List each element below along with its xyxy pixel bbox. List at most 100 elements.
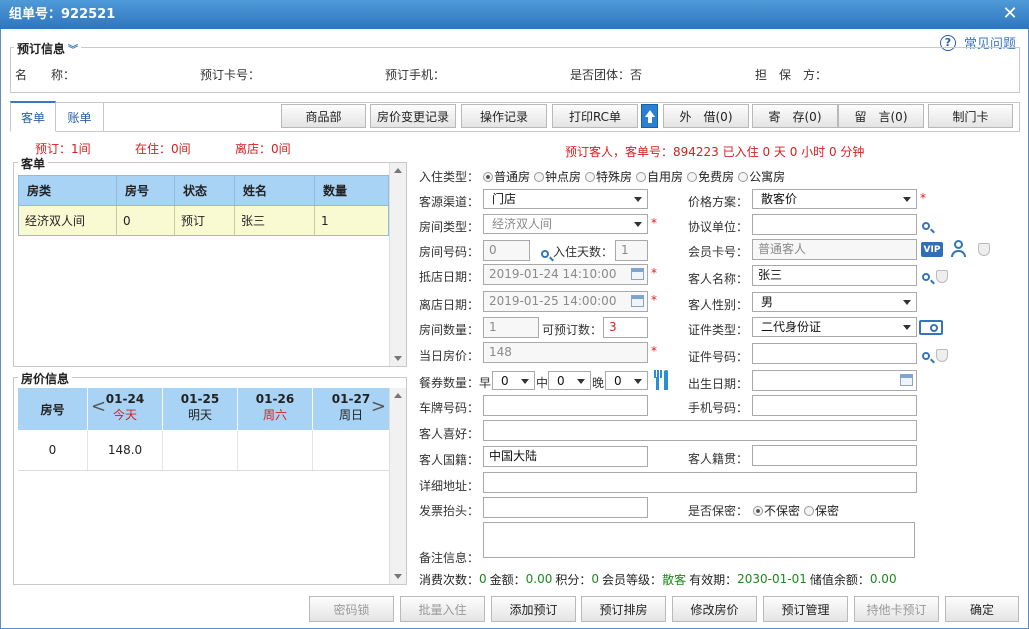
rate-scroll-up-icon[interactable] [394,393,402,398]
calendar-icon[interactable] [631,268,644,280]
col-status[interactable]: 状态 [175,176,235,205]
col-room-type[interactable]: 房类 [19,176,117,205]
guest-shield-icon[interactable] [936,270,948,283]
message-button[interactable]: 留 言(0) [838,104,924,128]
booking-info-legend[interactable]: 预订信息 ︾ [14,40,82,57]
birth-input[interactable] [752,370,917,391]
col-count[interactable]: 数量 [315,176,388,205]
room-no-input[interactable]: 0 [483,240,530,261]
id-shield-icon[interactable] [936,349,948,362]
modify-rate-button[interactable]: 修改房价 [672,596,757,622]
stay-type-label: 入住类型： [419,170,480,184]
source-select[interactable]: 门店 [483,189,648,209]
search-icon[interactable] [922,219,930,233]
rate-scroll-down-icon[interactable] [394,574,402,579]
agreement-unit-input[interactable] [752,214,917,235]
departure-input[interactable]: 2019-01-25 14:00:00 [483,291,648,312]
bookable-input[interactable]: 3 [603,317,648,338]
meal-icon [653,370,669,390]
nationality-input[interactable]: 中国大陆 [483,446,648,467]
upload-arrow-icon[interactable] [641,104,658,128]
batch-checkin-button[interactable]: 批量入住 [400,596,485,622]
arrival-value: 2019-01-24 14:10:00 [489,267,617,281]
booking-manage-button[interactable]: 预订管理 [763,596,848,622]
booking-card-label: 预订卡号： [200,68,261,82]
stay-type-normal[interactable]: 普通房 [483,168,530,185]
operation-log-button[interactable]: 操作记录 [461,104,547,128]
days-input[interactable]: 1 [615,240,648,261]
collapse-chevron-icon[interactable]: ︾ [68,41,78,56]
invoice-input[interactable] [483,497,648,518]
id-no-input[interactable] [752,343,917,364]
print-rc-button[interactable]: 打印RC单 [552,104,638,128]
guest-name-input[interactable]: 张三 [752,265,917,286]
arrival-label: 抵店日期： [419,270,480,284]
stay-type-apartment[interactable]: 公寓房 [738,168,785,185]
plate-input[interactable] [483,395,648,416]
phone-input[interactable] [752,395,917,416]
tab-bill[interactable]: 账单 [56,102,104,132]
address-input[interactable] [483,472,917,493]
secret-no[interactable]: 不保密 [753,502,800,519]
calendar-icon[interactable] [900,374,913,386]
close-icon[interactable]: ✕ [999,3,1021,25]
id-no-label: 证件号码： [688,350,749,364]
summary-balance-value: 0.00 [869,572,897,586]
booking-name-label: 名 称： [15,68,76,82]
lend-button[interactable]: 外 借(0) [663,104,749,128]
id-scan-icon[interactable] [919,320,943,335]
guest-search-icon[interactable] [922,270,930,284]
deposit-button[interactable]: 寄 存(0) [752,104,838,128]
password-lock-button[interactable]: 密码锁 [309,596,394,622]
prev-day-chevron-icon[interactable]: < [91,396,106,417]
stay-type-hourly[interactable]: 钟点房 [534,168,581,185]
stay-type-self-use[interactable]: 自用房 [636,168,683,185]
make-card-button[interactable]: 制门卡 [928,104,1013,128]
preference-input[interactable] [483,420,917,441]
gender-select[interactable]: 男 [752,292,917,312]
scroll-up-icon[interactable] [394,168,402,173]
table-row: 0 148.0 [18,430,389,471]
remark-textarea[interactable] [483,522,915,558]
rate-table: 房号 < 01-24 今天 01-25 明天 01-26 周六 01-27 周日… [18,388,389,471]
departure-label: 离店日期： [419,298,480,312]
confirm-button[interactable]: 确定 [945,596,1019,622]
day-rate-input[interactable]: 148 [483,342,648,363]
vip-icon[interactable]: VIP [921,242,943,257]
add-user-icon[interactable] [951,240,968,258]
lunch-select[interactable]: 0 [548,371,591,390]
member-card-input[interactable]: 普通客人 [752,239,917,260]
room-count-input[interactable]: 1 [483,317,539,338]
breakfast-select[interactable]: 0 [492,371,535,390]
id-type-select[interactable]: 二代身份证 [752,317,917,337]
id-search-icon[interactable] [922,349,930,363]
scroll-down-icon[interactable] [394,356,402,361]
table-row[interactable]: 经济双人间 0 预订 张三 1 [19,206,388,235]
row-status: 预订 [175,206,235,235]
col-name[interactable]: 姓名 [235,176,315,205]
rate-change-log-button[interactable]: 房价变更记录 [370,104,456,128]
arrival-input[interactable]: 2019-01-24 14:10:00 [483,264,648,285]
calendar-icon[interactable] [631,295,644,307]
goods-button[interactable]: 商品部 [281,104,366,128]
window-title-bar: 组单号：922521 ✕ [0,0,1029,29]
stay-type-free[interactable]: 免费房 [687,168,734,185]
add-booking-button[interactable]: 添加预订 [491,596,576,622]
dinner-select[interactable]: 0 [605,371,648,390]
agreement-unit-label: 协议单位： [688,220,749,234]
summary-visits-label: 消费次数： [419,572,480,587]
rate-scrollbar[interactable] [389,388,406,584]
next-day-chevron-icon[interactable]: > [371,396,386,417]
secret-yes[interactable]: 保密 [804,502,839,519]
stay-type-special[interactable]: 特殊房 [585,168,632,185]
col-room-no[interactable]: 房号 [117,176,175,205]
native-place-input[interactable] [752,445,917,466]
assign-room-button[interactable]: 预订排房 [581,596,666,622]
room-type-select[interactable]: 经济双人间 [483,214,648,234]
price-plan-select[interactable]: 散客价 [752,189,917,209]
guest-list-scrollbar[interactable] [389,163,406,366]
other-card-booking-button[interactable]: 持他卡预订 [854,596,939,622]
tab-guest[interactable]: 客单 [10,101,56,132]
room-search-icon[interactable] [541,247,549,261]
shield-icon[interactable] [978,243,990,256]
